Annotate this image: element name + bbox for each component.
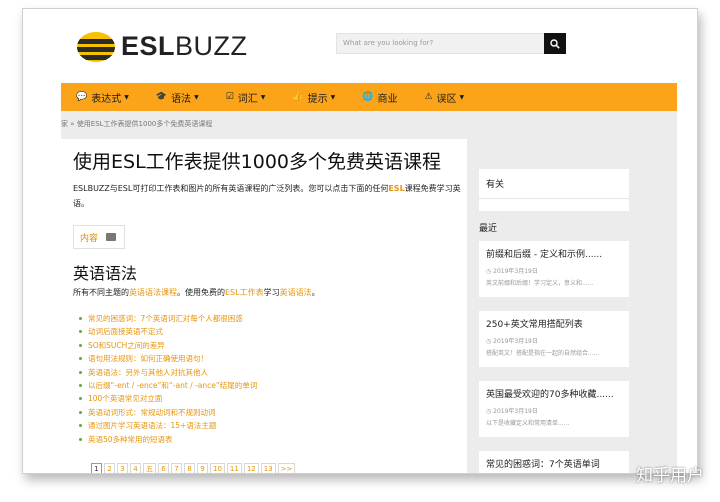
caret-down-icon: ▼	[260, 93, 266, 101]
page-link[interactable]: 11	[226, 463, 242, 473]
post-title[interactable]: 常见的困惑词：7个英语单词	[486, 459, 622, 472]
list-item[interactable]: 100个英语常见对立面	[79, 392, 459, 405]
globe-icon: 🌐	[362, 92, 374, 102]
post-excerpt: 以下是收藏定义和常用清单......	[486, 420, 570, 427]
post-date: ◷ 2019年3月19日	[486, 408, 538, 415]
recent-post[interactable]: 英国最受欢迎的70多种收藏...... ◷ 2019年3月19日 以下是收藏定义…	[479, 381, 629, 437]
grammar-courses-link[interactable]: 英语语法课程	[129, 288, 177, 297]
page-link[interactable]: 7	[171, 463, 182, 473]
recent-post[interactable]: 常见的困惑词：7个英语单词	[479, 451, 629, 473]
graduation-cap-icon: 🎓	[155, 92, 168, 102]
caret-down-icon: ▼	[330, 93, 336, 101]
post-excerpt: 搭配英文！搭配是指在一起的自然组合......	[486, 350, 600, 357]
page-link[interactable]: 9	[197, 463, 208, 473]
post-date: ◷ 2019年3月19日	[486, 268, 538, 275]
list-item[interactable]: 以后缀“-ent / -ence”和“-ant / -ance”结尾的单词	[79, 379, 459, 392]
post-title[interactable]: 英国最受欢迎的70多种收藏......	[486, 389, 622, 402]
zhihu-watermark: 知乎用户	[636, 466, 704, 486]
page-link[interactable]: 2	[104, 463, 115, 473]
site-logo[interactable]: ESLBUZZ	[77, 31, 248, 62]
esl-worksheets-link[interactable]: ESL工作表	[225, 288, 264, 297]
nav-item-business[interactable]: 🌐 商业	[362, 90, 397, 105]
recent-heading: 最近	[479, 224, 498, 234]
recent-post[interactable]: 250+英文常用搭配列表 ◷ 2019年3月19日 搭配英文！搭配是指在一起的自…	[479, 311, 629, 367]
grammar-link-list: 常见的困惑词：7个英语词汇对每个人都很困惑 动词后面接英语不定式 SO和SUCH…	[79, 312, 459, 446]
list-item[interactable]: 语句用法规则：如何正确使用语句！	[79, 352, 459, 365]
toc-list-icon	[106, 233, 117, 241]
web-page: ESLBUZZ What are you looking for? 💬 表达式 ▼ …	[61, 9, 677, 473]
nav-item-tips[interactable]: 👍 提示 ▼	[292, 90, 335, 105]
post-date: ◷ 2019年3月19日	[486, 338, 538, 345]
search-input[interactable]: What are you looking for?	[336, 33, 564, 54]
nav-item-grammar[interactable]: 🎓 语法 ▼	[156, 90, 199, 105]
caret-down-icon: ▼	[124, 93, 129, 101]
section-heading: 英语语法	[73, 264, 138, 283]
intro-esl-link[interactable]: ESL	[388, 184, 404, 193]
thumbs-up-icon: 👍	[292, 92, 304, 102]
nav-item-vocabulary[interactable]: ☑ 词汇 ▼	[226, 90, 266, 105]
recent-post[interactable]: 前缀和后缀 - 定义和示例...... ◷ 2019年3月19日 英文前缀和后缀…	[479, 241, 629, 297]
nav-item-mistakes[interactable]: ⚠ 误区 ▼	[424, 90, 464, 105]
toc-toggle[interactable]: 内容	[73, 225, 125, 249]
search-button[interactable]	[544, 33, 566, 54]
checkbox-icon: ☑	[225, 92, 234, 102]
english-grammar-link[interactable]: 英语语法	[280, 288, 312, 297]
list-item[interactable]: 英语动词形式：常规动词和不规则动词	[79, 406, 459, 419]
post-excerpt: 英文前缀和后缀！学习定义，意义和......	[486, 280, 594, 287]
list-item[interactable]: SO和SUCH之间的差异	[79, 339, 459, 352]
page-link[interactable]: 4	[130, 463, 141, 473]
related-widget: 有关	[479, 169, 629, 211]
list-item[interactable]: 通过图片学习英语语法：15+语法主题	[79, 419, 459, 432]
page-link[interactable]: 8	[184, 463, 195, 473]
list-item[interactable]: 动词后面接英语不定式	[79, 325, 459, 338]
next-page-link[interactable]: >>	[277, 463, 296, 473]
main-nav: 💬 表达式 ▼ 🎓 语法 ▼ ☑ 词汇 ▼ 👍 提示 ▼ 🌐 商业 ⚠ 误区 ▼	[61, 83, 677, 111]
page-link[interactable]: 3	[117, 463, 128, 473]
page-link[interactable]: 五	[143, 463, 156, 473]
breadcrumb: 家 » 使用ESL工作表提供1000多个免费英语课程	[61, 120, 213, 128]
section-subtitle: 所有不同主题的英语语法课程。使用免费的ESL工作表学习英语语法。	[73, 288, 320, 297]
caret-down-icon: ▼	[194, 93, 199, 101]
comment-icon: 💬	[76, 92, 88, 102]
list-item[interactable]: 英语50多种常用的短语表	[79, 433, 459, 446]
list-item[interactable]: 常见的困惑词：7个英语词汇对每个人都很困惑	[79, 312, 459, 325]
breadcrumb-current: 使用ESL工作表提供1000多个免费英语课程	[76, 120, 213, 128]
page-link[interactable]: 10	[210, 463, 225, 473]
warning-icon: ⚠	[424, 92, 433, 102]
page-link[interactable]: 12	[243, 463, 259, 473]
screenshot-frame: ESLBUZZ What are you looking for? 💬 表达式 ▼ …	[22, 8, 698, 474]
search-icon	[550, 38, 560, 49]
page-link[interactable]: 6	[158, 463, 169, 473]
page-link[interactable]: 13	[260, 463, 276, 473]
caret-down-icon: ▼	[459, 93, 465, 101]
post-title[interactable]: 前缀和后缀 - 定义和示例......	[486, 249, 622, 262]
nav-item-expressions[interactable]: 💬 表达式 ▼	[76, 90, 129, 105]
pagination: 1 2 3 4 五 6 7 8 9 10 11 12 13 >>	[91, 463, 297, 473]
related-heading: 有关	[479, 169, 629, 199]
breadcrumb-home-link[interactable]: 家	[61, 120, 68, 128]
page-title: 使用ESL工作表提供1000多个免费英语课程	[73, 151, 442, 173]
logo-wordmark: ESLBUZZ	[121, 31, 248, 61]
list-item[interactable]: 英语语法：另外与其他人对抗其他人	[79, 366, 459, 379]
post-title[interactable]: 250+英文常用搭配列表	[486, 319, 622, 332]
page-link-current[interactable]: 1	[91, 463, 102, 473]
bee-logo-icon	[77, 31, 115, 62]
toc-label: 内容	[80, 233, 99, 244]
intro-paragraph: ESLBUZZ与ESL可打印工作表和图片的所有英语课程的广泛列表。您可以点击下面…	[73, 184, 461, 208]
